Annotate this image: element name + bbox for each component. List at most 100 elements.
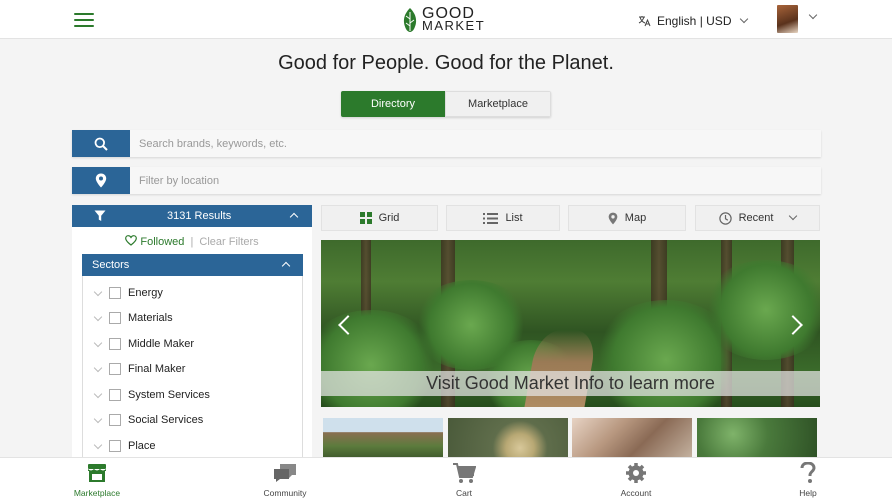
- language-label: English | USD: [657, 14, 732, 28]
- sector-checkbox[interactable]: [109, 389, 121, 401]
- sectors-title: Sectors: [92, 259, 130, 271]
- sector-item-final-maker[interactable]: Final Maker: [83, 360, 303, 380]
- view-list-label: List: [505, 212, 523, 224]
- chevron-down-icon[interactable]: [93, 440, 103, 450]
- sector-label: Materials: [128, 312, 173, 324]
- store-icon: [88, 464, 106, 482]
- view-list-button[interactable]: List: [446, 205, 560, 231]
- listing-thumbnail[interactable]: [323, 418, 443, 458]
- sector-checkbox[interactable]: [109, 312, 121, 324]
- sectors-list: Energy Materials Middle Maker Final Make…: [82, 276, 303, 467]
- logo-line-2: MARKET: [422, 18, 486, 33]
- clock-icon: [718, 211, 732, 225]
- chevron-down-icon[interactable]: [93, 414, 103, 424]
- search-button[interactable]: [72, 130, 130, 157]
- followed-label: Followed: [140, 236, 185, 248]
- nav-marketplace[interactable]: Marketplace: [57, 462, 137, 498]
- hero-carousel[interactable]: Visit Good Market Info to learn more: [321, 240, 820, 407]
- question-icon: [800, 462, 816, 483]
- chevron-down-icon[interactable]: [93, 389, 103, 399]
- results-toggle[interactable]: 3131 Results: [72, 205, 312, 227]
- hero-caption[interactable]: Visit Good Market Info to learn more: [321, 371, 820, 396]
- logo-text: GOOD MARKET: [422, 6, 486, 33]
- nav-label: Marketplace: [73, 488, 121, 498]
- nav-label: Cart: [455, 488, 473, 498]
- location-bar: [72, 167, 821, 194]
- nav-help[interactable]: Help: [768, 462, 848, 498]
- location-input[interactable]: [130, 167, 821, 194]
- sector-item-energy[interactable]: Energy: [83, 284, 303, 304]
- sector-checkbox[interactable]: [109, 440, 121, 452]
- sector-checkbox[interactable]: [109, 287, 121, 299]
- sector-label: System Services: [128, 389, 210, 401]
- listing-thumbnail[interactable]: [697, 418, 817, 458]
- sector-item-social-services[interactable]: Social Services: [83, 411, 303, 431]
- cart-icon: [453, 463, 476, 483]
- sector-item-middle-maker[interactable]: Middle Maker: [83, 335, 303, 355]
- nav-cart[interactable]: Cart: [424, 462, 504, 498]
- view-map-button[interactable]: Map: [568, 205, 686, 231]
- heart-icon: [125, 235, 138, 246]
- sector-checkbox[interactable]: [109, 363, 121, 375]
- chevron-down-icon[interactable]: [93, 287, 103, 297]
- top-bar: GOOD MARKET English | USD: [0, 0, 892, 39]
- nav-label: Community: [263, 488, 307, 498]
- sector-label: Final Maker: [128, 363, 186, 375]
- sector-item-system-services[interactable]: System Services: [83, 386, 303, 406]
- filter-panel: Followed | Clear Filters Sectors Energy …: [72, 227, 312, 467]
- map-pin-icon: [95, 173, 107, 188]
- listing-thumbnail[interactable]: [448, 418, 568, 458]
- view-map-label: Map: [624, 212, 647, 224]
- map-pin-icon: [608, 212, 618, 224]
- tab-directory[interactable]: Directory: [341, 91, 445, 117]
- separator: |: [190, 236, 194, 248]
- sector-item-materials[interactable]: Materials: [83, 309, 303, 329]
- chevron-down-icon[interactable]: [808, 10, 818, 20]
- sector-checkbox[interactable]: [109, 338, 121, 350]
- location-button[interactable]: [72, 167, 130, 194]
- sort-label: Recent: [738, 212, 774, 224]
- sort-select[interactable]: Recent: [695, 205, 820, 231]
- grid-icon: [359, 212, 372, 224]
- nav-label: Account: [620, 488, 652, 498]
- listing-thumbnail[interactable]: [572, 418, 692, 458]
- tagline: Good for People. Good for the Planet.: [278, 52, 614, 74]
- avatar[interactable]: [777, 5, 798, 33]
- chat-icon: [274, 464, 296, 482]
- sector-checkbox[interactable]: [109, 414, 121, 426]
- clear-filters-link[interactable]: Clear Filters: [199, 236, 258, 248]
- chevron-down-icon: [789, 211, 798, 221]
- followed-row: Followed | Clear Filters: [72, 235, 312, 248]
- sector-label: Middle Maker: [128, 338, 195, 350]
- language-currency-selector[interactable]: English | USD: [638, 14, 749, 28]
- translate-icon: [638, 16, 651, 27]
- chevron-up-icon: [289, 212, 299, 222]
- chevron-down-icon[interactable]: [93, 363, 103, 373]
- sectors-header[interactable]: Sectors: [82, 254, 303, 276]
- view-grid-label: Grid: [378, 212, 400, 224]
- chevron-down-icon[interactable]: [93, 312, 103, 322]
- sector-item-place[interactable]: Place: [83, 437, 303, 457]
- nav-account[interactable]: Account: [596, 462, 676, 498]
- chevron-up-icon: [281, 261, 291, 271]
- results-count: 3131 Results: [167, 210, 232, 222]
- chevron-down-icon[interactable]: [93, 338, 103, 348]
- menu-icon[interactable]: [74, 13, 94, 27]
- search-input[interactable]: [130, 130, 821, 157]
- sector-label: Place: [128, 440, 156, 452]
- tab-marketplace[interactable]: Marketplace: [445, 91, 551, 117]
- chevron-down-icon: [740, 14, 749, 24]
- nav-community[interactable]: Community: [245, 462, 325, 498]
- list-icon: [483, 212, 499, 224]
- sector-label: Energy: [128, 287, 163, 299]
- gear-icon: [626, 463, 646, 483]
- nav-label: Help: [799, 488, 817, 498]
- search-icon: [94, 137, 108, 151]
- followed-filter[interactable]: Followed: [125, 235, 187, 248]
- logo[interactable]: GOOD MARKET: [401, 6, 485, 34]
- search-bar: [72, 130, 821, 157]
- directory-marketplace-toggle: Directory Marketplace: [341, 91, 551, 117]
- leaf-logo-icon: [403, 8, 417, 32]
- filter-icon: [94, 210, 106, 221]
- view-grid-button[interactable]: Grid: [321, 205, 438, 231]
